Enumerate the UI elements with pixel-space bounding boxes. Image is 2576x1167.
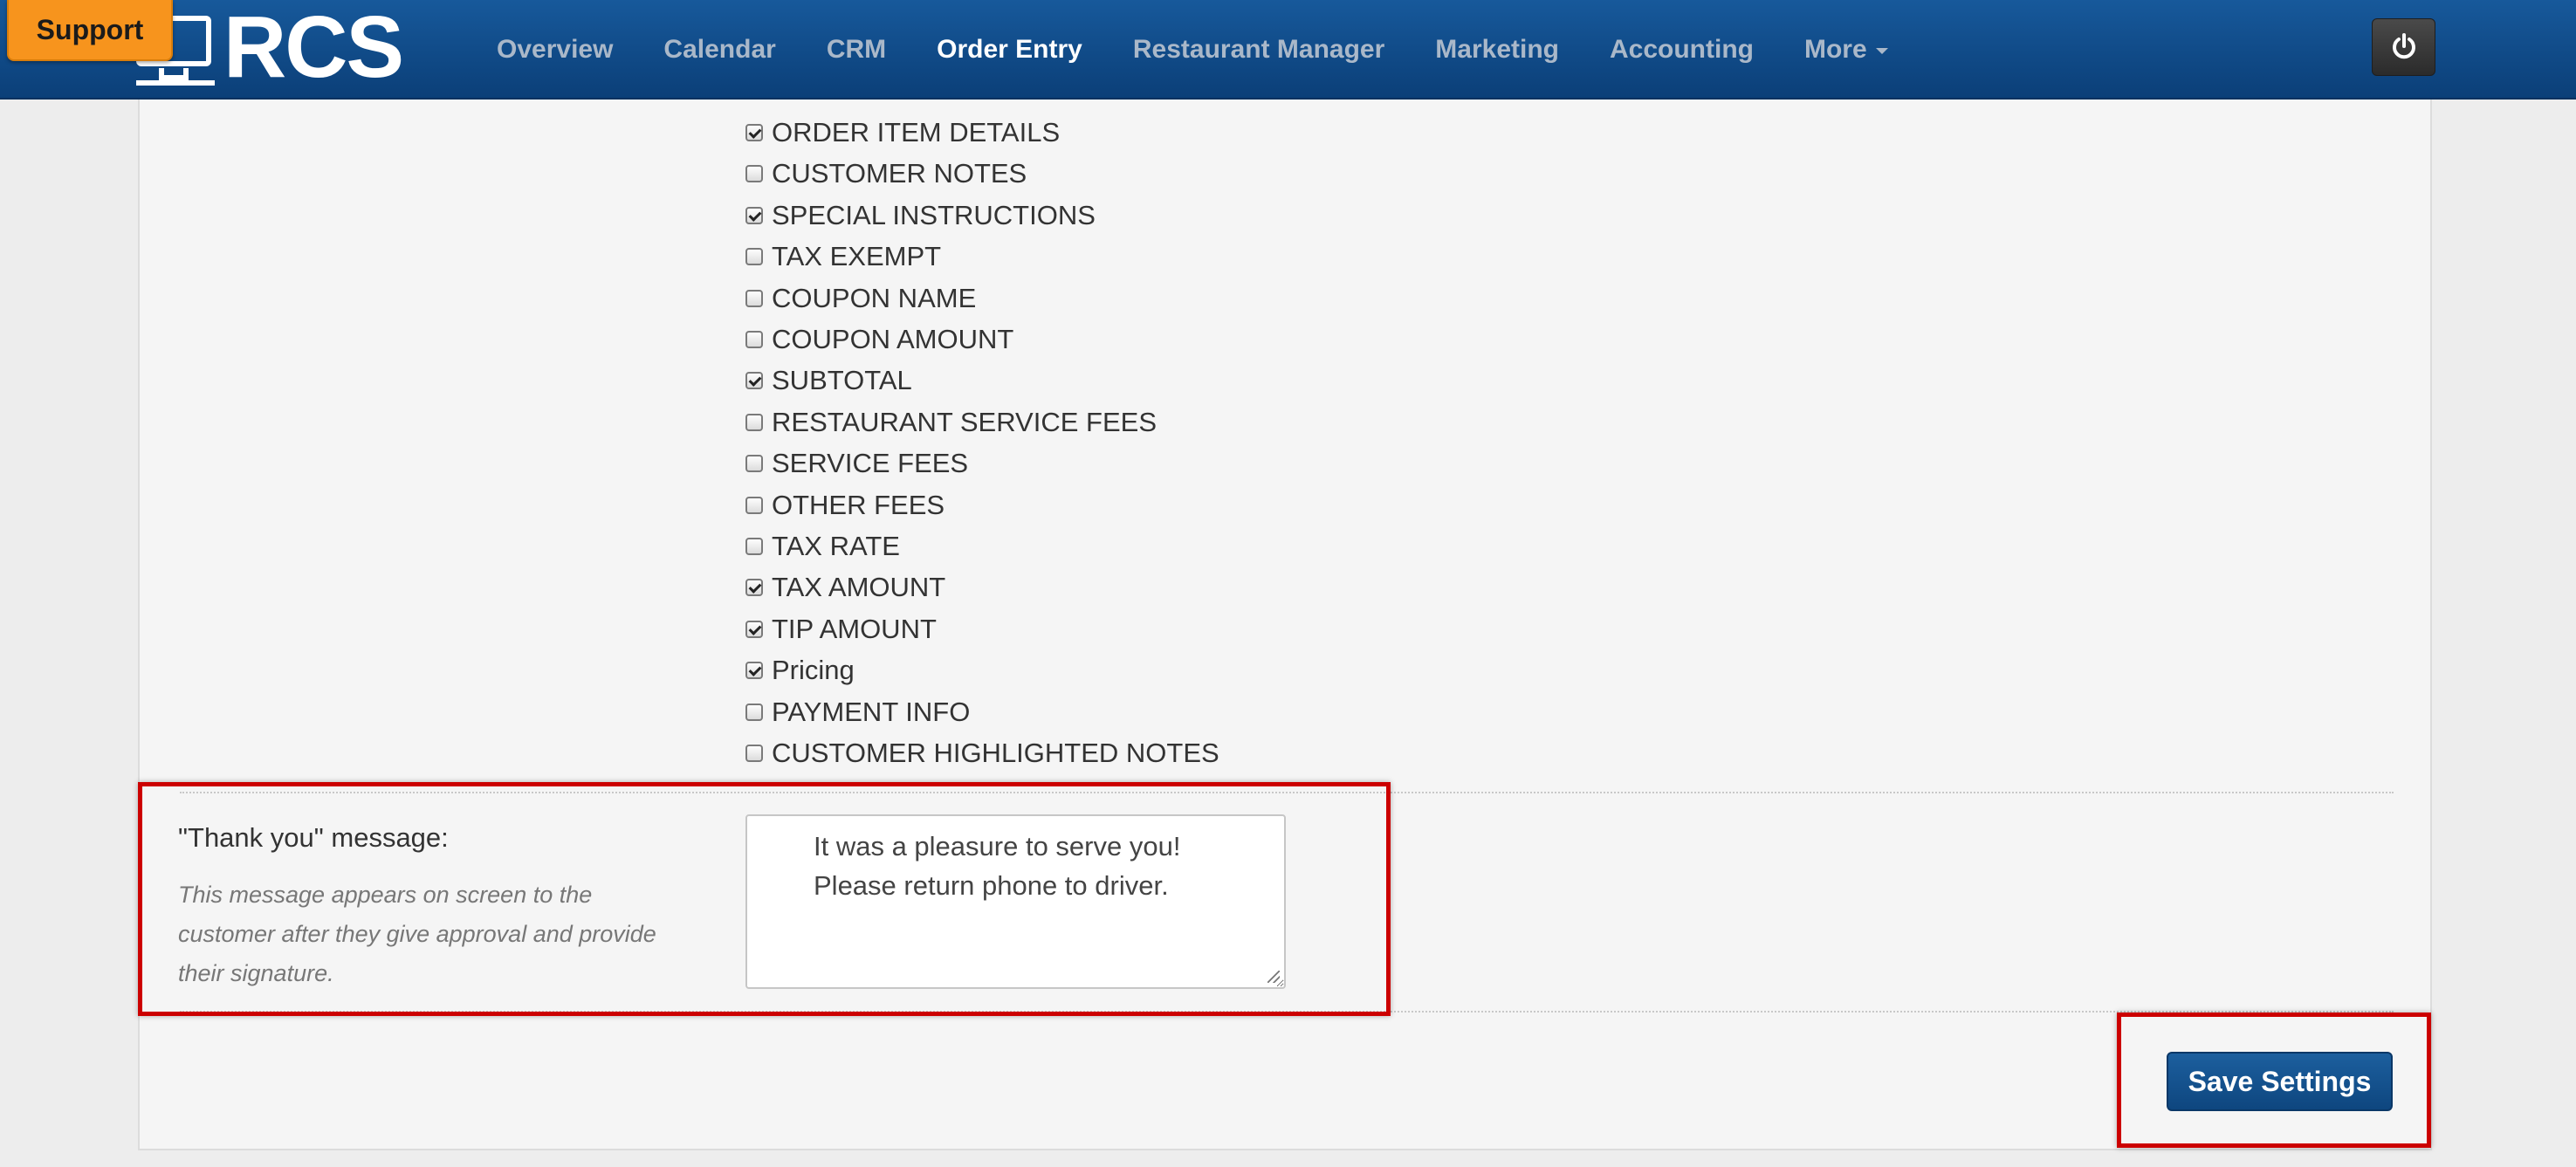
nav-item-label: Overview <box>497 35 614 64</box>
receipt-option-row[interactable]: COUPON NAME <box>745 278 976 319</box>
receipt-option-label: OTHER FEES <box>772 489 945 520</box>
nav-item-accounting[interactable]: Accounting <box>1584 35 1779 65</box>
receipt-option-label: CUSTOMER NOTES <box>772 157 1027 189</box>
power-button[interactable] <box>2372 18 2435 76</box>
thank-you-highlight-box <box>138 782 1391 1016</box>
receipt-option-label: SERVICE FEES <box>772 447 969 478</box>
receipt-option-row[interactable]: CUSTOMER NOTES <box>745 153 1027 194</box>
nav-item-overview[interactable]: Overview <box>471 35 638 65</box>
receipt-option-label: Pricing <box>772 654 855 685</box>
receipt-option-row[interactable]: TAX RATE <box>745 525 900 566</box>
receipt-option-row[interactable]: TAX AMOUNT <box>745 566 945 608</box>
top-navbar: RCS Overview Calendar CRM Order Entry Restau… <box>0 0 2576 100</box>
receipt-option-checkbox[interactable] <box>745 744 763 762</box>
receipt-option-checkbox[interactable] <box>745 661 763 679</box>
nav-item-label: Calendar <box>663 35 776 64</box>
nav-item-crm[interactable]: CRM <box>801 35 911 65</box>
caret-down-icon <box>1875 47 1888 54</box>
receipt-option-row[interactable]: SPECIAL INSTRUCTIONS <box>745 195 1096 236</box>
receipt-option-label: SUBTOTAL <box>772 364 912 395</box>
rcs-logo[interactable]: RCS <box>133 0 404 96</box>
receipt-option-checkbox[interactable] <box>745 123 763 141</box>
nav-item-more[interactable]: More <box>1779 35 1913 65</box>
receipt-option-label: COUPON AMOUNT <box>772 323 1014 354</box>
receipt-option-label: RESTAURANT SERVICE FEES <box>772 406 1157 437</box>
receipt-option-checkbox[interactable] <box>745 371 763 389</box>
nav-item-label: More <box>1803 35 1867 64</box>
receipt-option-checkbox[interactable] <box>745 703 763 721</box>
nav-item-label: Accounting <box>1609 35 1754 64</box>
nav-item-order-entry[interactable]: Order Entry <box>911 35 1108 65</box>
receipt-option-label: SPECIAL INSTRUCTIONS <box>772 199 1096 230</box>
nav-item-marketing[interactable]: Marketing <box>1410 35 1584 65</box>
receipt-option-row[interactable]: RESTAURANT SERVICE FEES <box>745 402 1157 443</box>
receipt-option-row[interactable]: COUPON AMOUNT <box>745 319 1013 360</box>
receipt-option-label: PAYMENT INFO <box>772 696 971 727</box>
receipt-option-label: CUSTOMER HIGHLIGHTED NOTES <box>772 737 1219 768</box>
receipt-option-checkbox[interactable] <box>745 330 763 348</box>
receipt-option-label: TAX EXEMPT <box>772 240 942 271</box>
receipt-option-row[interactable]: PAYMENT INFO <box>745 691 970 732</box>
receipt-option-row[interactable]: Pricing <box>745 649 855 690</box>
logo-text: RCS <box>223 0 404 96</box>
nav-item-label: Restaurant Manager <box>1132 35 1385 64</box>
receipt-option-checkbox[interactable] <box>745 206 763 224</box>
nav-item-restaurant-manager[interactable]: Restaurant Manager <box>1108 35 1410 65</box>
receipt-option-row[interactable]: TAX EXEMPT <box>745 236 941 277</box>
receipt-option-checkbox[interactable] <box>745 454 763 472</box>
receipt-option-checkbox[interactable] <box>745 247 763 265</box>
power-icon <box>2392 33 2415 59</box>
receipt-option-label: ORDER ITEM DETAILS <box>772 116 1061 148</box>
receipt-option-row[interactable]: SUBTOTAL <box>745 360 912 401</box>
receipt-option-checkbox[interactable] <box>745 413 763 431</box>
receipt-option-row[interactable]: OTHER FEES <box>745 484 945 525</box>
receipt-option-label: COUPON NAME <box>772 282 977 313</box>
nav-item-label: Marketing <box>1435 35 1559 64</box>
receipt-option-label: TIP AMOUNT <box>772 613 937 644</box>
receipt-option-row[interactable]: CUSTOMER HIGHLIGHTED NOTES <box>745 732 1219 773</box>
support-button[interactable]: Support <box>7 0 173 61</box>
receipt-option-checkbox[interactable] <box>745 496 763 514</box>
receipt-option-row[interactable]: TIP AMOUNT <box>745 608 937 649</box>
receipt-option-checkbox[interactable] <box>745 164 763 182</box>
receipt-option-checkbox[interactable] <box>745 578 763 596</box>
receipt-option-label: TAX AMOUNT <box>772 571 946 602</box>
nav-item-calendar[interactable]: Calendar <box>638 35 800 65</box>
receipt-option-row[interactable]: SERVICE FEES <box>745 443 968 484</box>
main-nav: Overview Calendar CRM Order Entry Restaurant… <box>471 0 1913 100</box>
receipt-option-checkbox[interactable] <box>745 289 763 307</box>
save-highlight-box <box>2117 1013 2431 1148</box>
nav-item-label: CRM <box>826 35 887 64</box>
nav-item-label: Order Entry <box>937 35 1082 64</box>
receipt-option-row[interactable]: ORDER ITEM DETAILS <box>745 112 1060 153</box>
receipt-option-checkbox[interactable] <box>745 620 763 638</box>
receipt-option-label: TAX RATE <box>772 530 900 561</box>
receipt-option-checkbox[interactable] <box>745 537 763 555</box>
